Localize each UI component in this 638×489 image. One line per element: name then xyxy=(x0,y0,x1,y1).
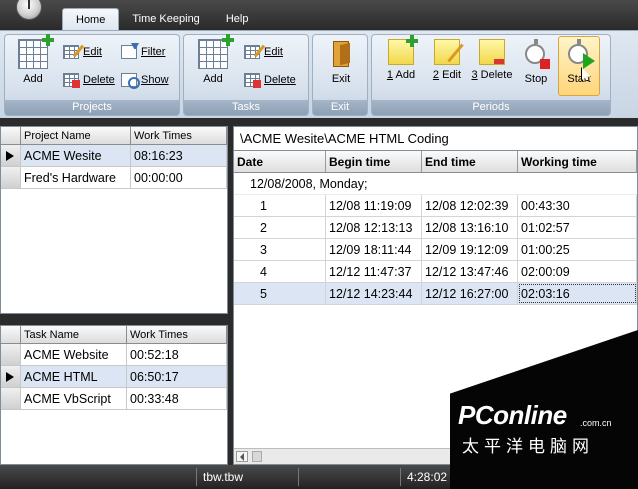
add-table-icon xyxy=(18,34,54,69)
table-row[interactable]: 4 12/12 11:47:37 12/12 13:47:46 02:00:09 xyxy=(234,261,637,283)
ribbon-tabs: Home Time Keeping Help xyxy=(62,8,261,30)
project-edit-button[interactable]: Edit xyxy=(63,43,102,61)
column-end-time[interactable]: End time xyxy=(422,151,518,172)
row-indicator-icon xyxy=(1,145,21,166)
periods-path: \ACME Wesite\ACME HTML Coding xyxy=(234,127,637,151)
watermark-domain: .com.cn xyxy=(580,418,612,428)
exit-button[interactable]: Exit xyxy=(327,39,355,85)
column-project-name[interactable]: Project Name xyxy=(21,127,131,144)
scroll-left-icon[interactable] xyxy=(236,451,248,462)
table-row[interactable]: ACME Website 00:52:18 xyxy=(1,344,227,366)
date-group-header[interactable]: 12/08/2008, Monday; xyxy=(234,173,637,195)
projects-grid-header: Project Name Work Times xyxy=(1,127,227,145)
add-note-icon xyxy=(388,35,418,65)
add-task-icon xyxy=(198,34,234,69)
table-row-selected[interactable]: 5 12/12 14:23:44 12/12 16:27:00 02:03:16 xyxy=(234,283,637,305)
exit-door-icon xyxy=(329,39,353,69)
tasks-group: Add Edit Delete Tasks xyxy=(183,34,309,116)
edit-note-icon xyxy=(434,39,464,65)
delete-task-icon xyxy=(244,73,261,88)
scroll-thumb[interactable] xyxy=(252,451,262,462)
filter-icon xyxy=(121,45,137,59)
table-row[interactable]: 2 12/08 12:13:13 12/08 13:16:10 01:02:57 xyxy=(234,217,637,239)
task-delete-button[interactable]: Delete xyxy=(244,71,296,89)
period-add-button[interactable]: 1 Add xyxy=(384,35,418,81)
periods-group-label: Periods xyxy=(372,100,610,115)
title-bar: Home Time Keeping Help xyxy=(0,0,638,30)
projects-group: Add Edit Delete Filter Show Projects xyxy=(4,34,180,116)
periods-grid-header: Date Begin time End time Working time xyxy=(234,151,637,173)
task-edit-button[interactable]: Edit xyxy=(244,43,283,61)
watermark-chinese: 太平洋电脑网 xyxy=(462,437,594,456)
table-row[interactable]: ACME Wesite 08:16:23 xyxy=(1,145,227,167)
periods-group: 1 Add 2 Edit 3 Delete Stop Start Periods xyxy=(371,34,611,116)
period-edit-button[interactable]: 2 Edit xyxy=(430,39,464,81)
edit-table-icon xyxy=(63,44,85,59)
column-date[interactable]: Date xyxy=(234,151,326,172)
table-row[interactable]: ACME VbScript 00:33:48 xyxy=(1,388,227,410)
tab-home[interactable]: Home xyxy=(62,8,120,30)
table-row[interactable]: Fred's Hardware 00:00:00 xyxy=(1,167,227,189)
table-row[interactable]: 3 12/09 18:11:44 12/09 19:12:09 01:00:25 xyxy=(234,239,637,261)
watermark-logo: PConline xyxy=(458,400,567,430)
projects-grid: Project Name Work Times ACME Wesite 08:1… xyxy=(0,126,228,314)
exit-group: Exit Exit xyxy=(312,34,368,116)
status-file: tbw.tbw xyxy=(196,468,296,486)
project-show-button[interactable]: Show xyxy=(121,71,169,89)
tasks-grid: Task Name Work Times ACME Website 00:52:… xyxy=(0,325,228,465)
delete-note-icon xyxy=(479,39,505,65)
start-button[interactable]: Start xyxy=(558,36,600,96)
stop-button[interactable]: Stop xyxy=(520,39,552,85)
exit-group-label: Exit xyxy=(313,100,367,115)
project-delete-button[interactable]: Delete xyxy=(63,71,115,89)
column-task-work-times[interactable]: Work Times xyxy=(127,326,227,343)
project-add-button[interactable]: Add xyxy=(15,34,54,85)
project-filter-button[interactable]: Filter xyxy=(121,43,165,61)
table-row[interactable]: ACME HTML 06:50:17 xyxy=(1,366,227,388)
tasks-grid-header: Task Name Work Times xyxy=(1,326,227,344)
tab-time-keeping[interactable]: Time Keeping xyxy=(119,8,212,30)
table-row[interactable]: 1 12/08 11:19:09 12/08 12:02:39 00:43:30 xyxy=(234,195,637,217)
edit-task-icon xyxy=(244,44,266,59)
stopwatch-start-icon xyxy=(565,39,595,69)
tasks-group-label: Tasks xyxy=(184,100,308,115)
ribbon: Add Edit Delete Filter Show Projects Add… xyxy=(0,30,638,118)
delete-table-icon xyxy=(63,73,80,88)
column-working-time[interactable]: Working time xyxy=(518,151,637,172)
projects-group-label: Projects xyxy=(5,100,179,115)
column-task-name[interactable]: Task Name xyxy=(21,326,127,343)
row-indicator-icon xyxy=(1,366,21,387)
column-work-times[interactable]: Work Times xyxy=(131,127,227,144)
column-begin-time[interactable]: Begin time xyxy=(326,151,422,172)
task-add-button[interactable]: Add xyxy=(196,34,234,85)
app-clock-icon[interactable] xyxy=(16,0,42,20)
show-icon xyxy=(121,73,140,89)
tab-help[interactable]: Help xyxy=(213,8,262,30)
stopwatch-stop-icon xyxy=(522,39,550,69)
period-delete-button[interactable]: 3 Delete xyxy=(470,39,514,81)
